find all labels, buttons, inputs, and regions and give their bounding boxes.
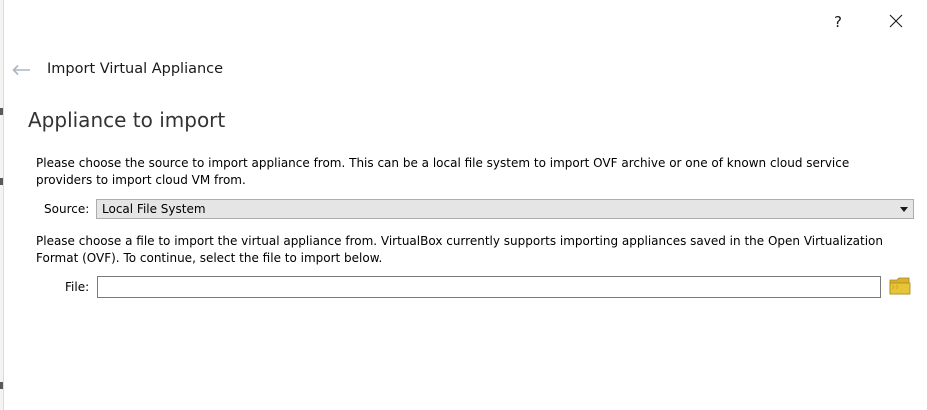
import-appliance-window: ? Import Virtual Appliance Appliance to … [0, 0, 927, 410]
help-label: ? [834, 13, 842, 31]
help-button[interactable]: ? [815, 0, 861, 44]
browse-file-button[interactable] [888, 277, 912, 299]
source-selected-value: Local File System [102, 202, 206, 216]
back-button[interactable] [8, 60, 34, 80]
source-select[interactable]: Local File System [96, 199, 914, 219]
folder-icon [889, 276, 911, 300]
title-bar: ? [0, 0, 927, 44]
close-icon [889, 13, 903, 32]
close-button[interactable] [873, 0, 919, 44]
file-path-input[interactable] [97, 276, 881, 298]
source-label: Source: [44, 202, 90, 216]
file-label: File: [65, 280, 90, 294]
file-description-text: Please choose a file to import the virtu… [36, 234, 883, 265]
intro-text: Please choose the source to import appli… [36, 156, 850, 187]
back-arrow-icon [11, 61, 31, 80]
wizard-header: Import Virtual Appliance [0, 52, 927, 88]
wizard-title: Import Virtual Appliance [47, 61, 224, 77]
dropdown-arrow-icon [895, 206, 913, 212]
page-title: Appliance to import [28, 108, 226, 132]
